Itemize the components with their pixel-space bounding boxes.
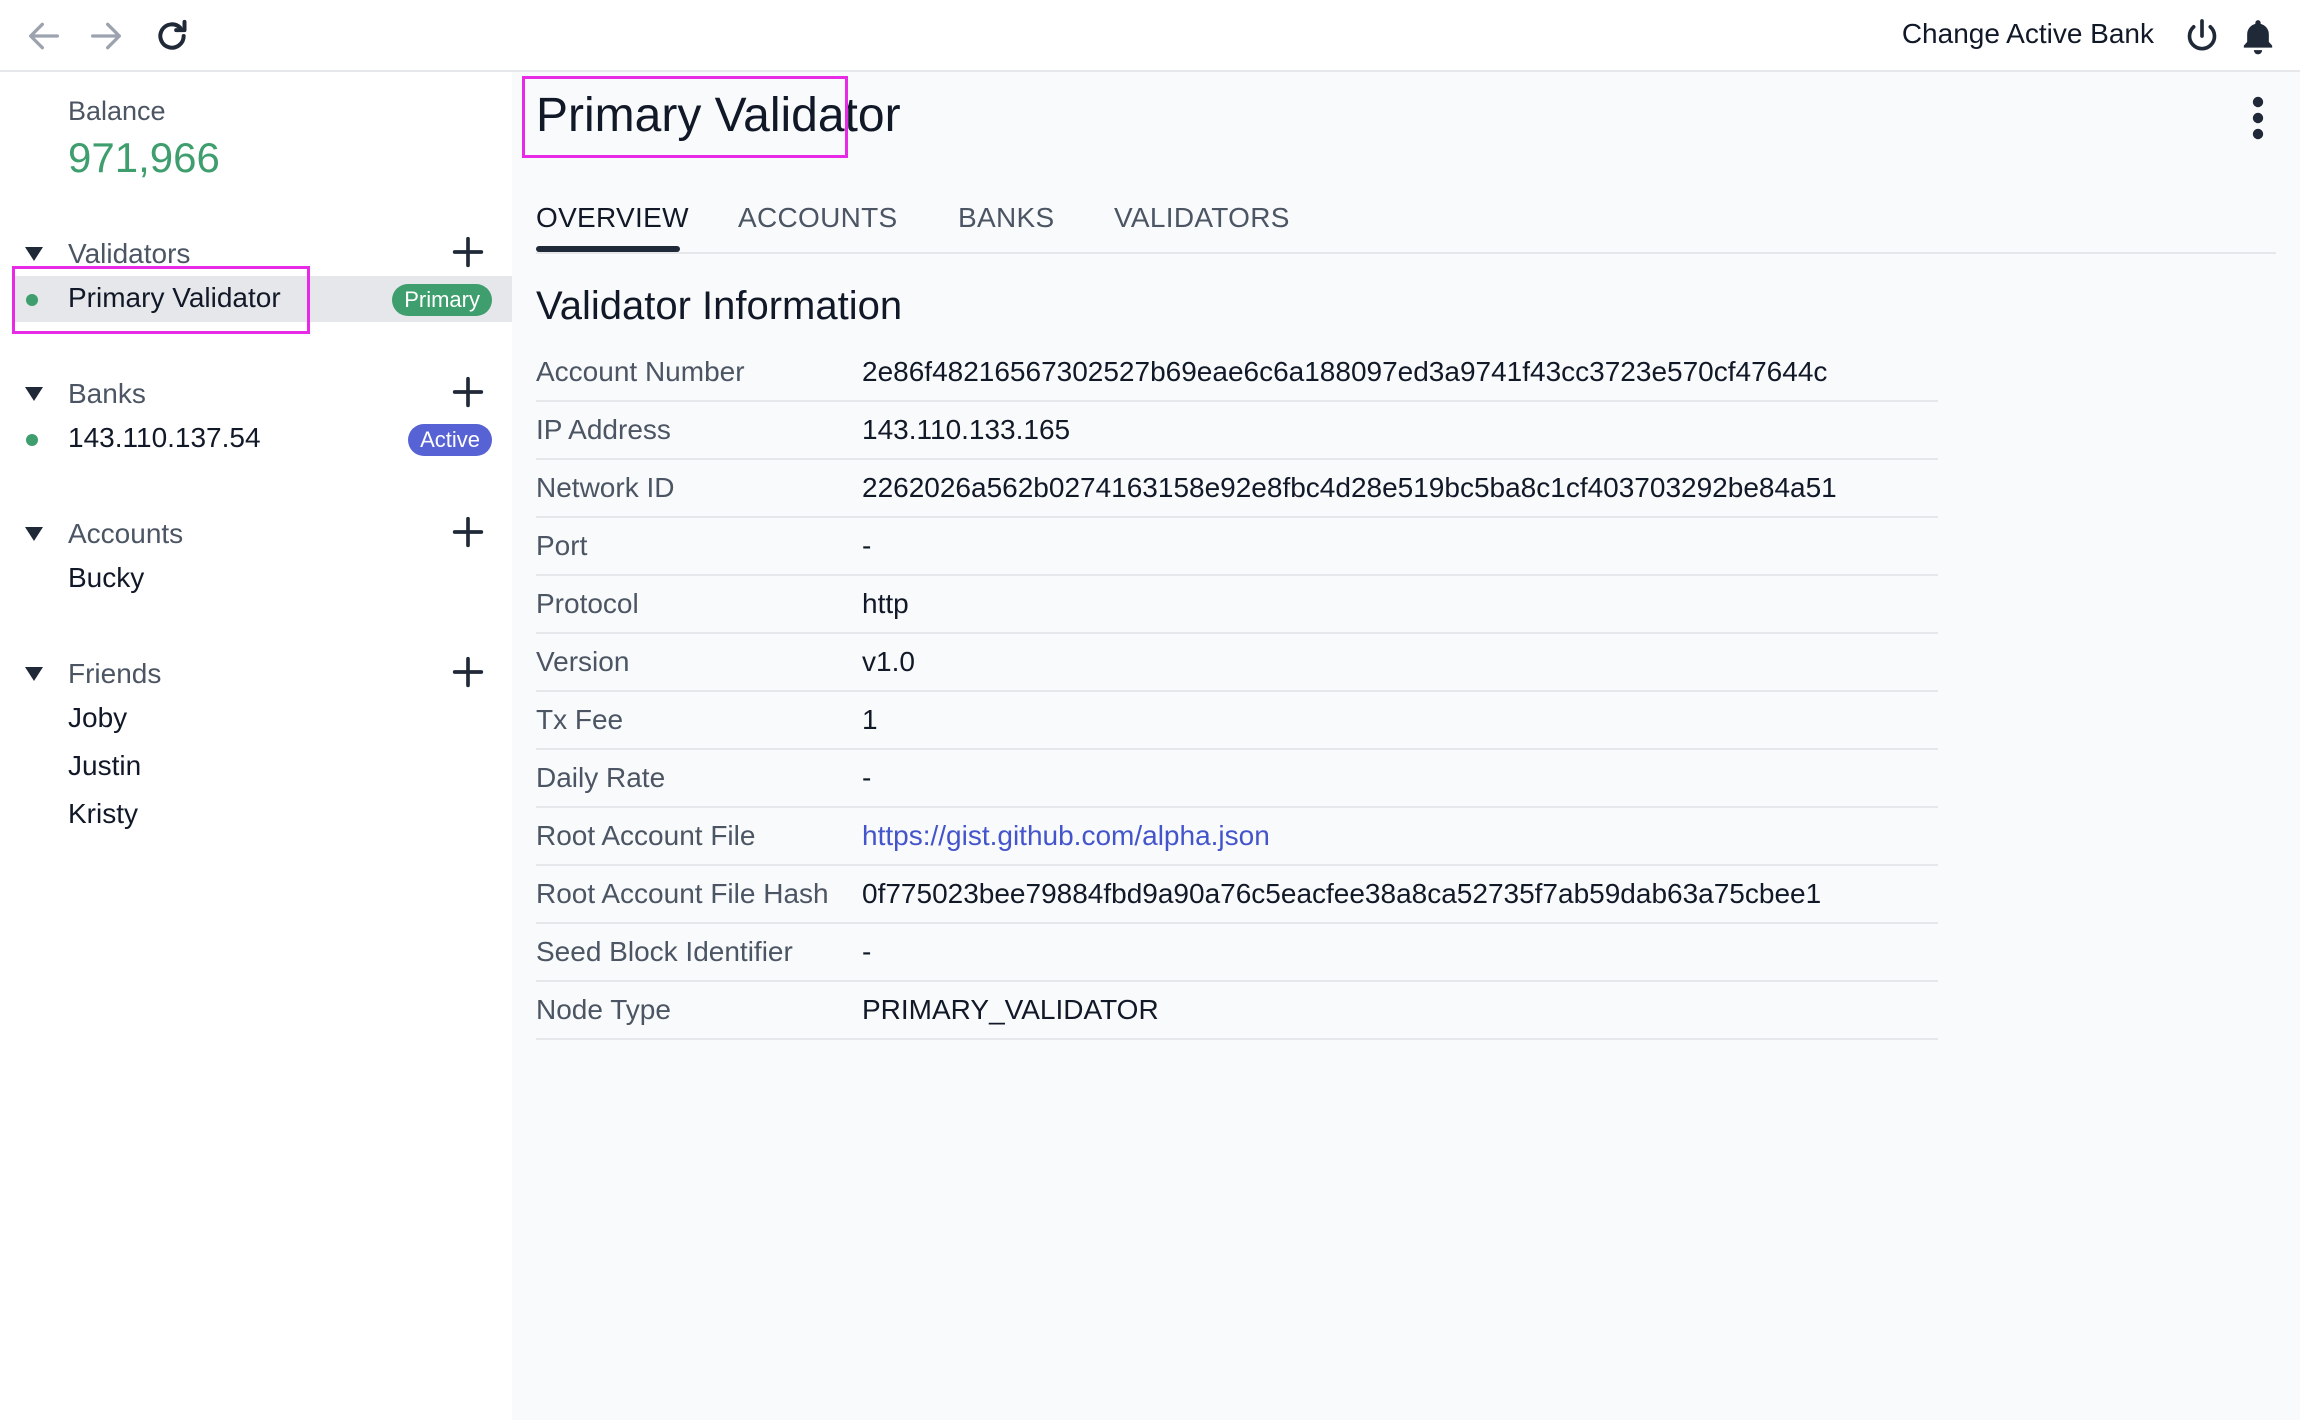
- row-key: Protocol: [536, 588, 639, 619]
- bell-icon[interactable]: [2236, 14, 2280, 58]
- more-options-icon[interactable]: [2238, 94, 2278, 142]
- change-active-bank-button[interactable]: Change Active Bank: [1902, 18, 2154, 50]
- row-value: 143.110.133.165: [862, 414, 1071, 445]
- banks-section-header: Banks: [0, 372, 512, 416]
- row-key: Version: [536, 646, 630, 677]
- row-value: 1: [862, 704, 878, 735]
- row-key: Daily Rate: [536, 762, 666, 793]
- table-row: Daily Rate -: [536, 750, 1938, 808]
- sidebar-item-bank[interactable]: 143.110.137.54 Active: [0, 416, 512, 462]
- row-value: 2e86f48216567302527b69eae6c6a188097ed3a9…: [862, 356, 1828, 387]
- row-value: -: [862, 936, 872, 967]
- add-validator-icon[interactable]: [448, 232, 488, 272]
- row-key: Seed Block Identifier: [536, 936, 793, 967]
- table-row: Node Type PRIMARY_VALIDATOR: [536, 982, 1938, 1040]
- sidebar-item-friend[interactable]: Joby: [68, 702, 127, 734]
- row-value: -: [862, 762, 872, 793]
- table-row: Root Account File https://gist.github.co…: [536, 808, 1938, 866]
- section-title: Validator Information: [536, 284, 903, 328]
- top-bar: Change Active Bank: [0, 0, 2300, 72]
- row-key: Tx Fee: [536, 704, 624, 735]
- table-row: Version v1.0: [536, 634, 1938, 692]
- table-row: Account Number 2e86f48216567302527b69eae…: [536, 344, 1938, 402]
- table-row: Tx Fee 1: [536, 692, 1938, 750]
- tab-banks[interactable]: BANKS: [958, 202, 1054, 234]
- status-dot: [26, 434, 38, 446]
- table-row: Seed Block Identifier -: [536, 924, 1938, 982]
- refresh-icon[interactable]: [150, 14, 194, 58]
- power-icon[interactable]: [2180, 14, 2224, 58]
- main-content: Primary Validator OVERVIEW ACCOUNTS BANK…: [512, 72, 2300, 1420]
- balance-label: Balance: [68, 96, 166, 126]
- root-account-file-link[interactable]: https://gist.github.com/alpha.json: [862, 820, 1270, 852]
- balance-value: 971,966: [68, 134, 220, 181]
- row-value: 2262026a562b0274163158e92e8fbc4d28e519bc…: [862, 472, 1837, 503]
- tab-validators[interactable]: VALIDATORS: [1114, 202, 1290, 234]
- sidebar-item-friend[interactable]: Kristy: [68, 798, 138, 830]
- add-bank-icon[interactable]: [448, 372, 488, 412]
- row-key: Root Account File: [536, 820, 756, 851]
- arrow-back-icon[interactable]: [22, 14, 66, 58]
- sidebar-item-primary-validator[interactable]: Primary Validator Primary: [14, 276, 512, 322]
- row-value: -: [862, 530, 872, 561]
- tab-accounts[interactable]: ACCOUNTS: [738, 202, 898, 234]
- row-key: Node Type: [536, 994, 671, 1025]
- row-key: Root Account File Hash: [536, 878, 829, 909]
- accounts-section-title: Accounts: [68, 518, 184, 549]
- status-dot: [26, 294, 38, 306]
- sidebar-item-label: Primary Validator: [68, 282, 281, 313]
- row-key: Network ID: [536, 472, 675, 503]
- active-tab-indicator: [536, 246, 680, 252]
- banks-section-title: Banks: [68, 378, 146, 409]
- validator-info-table: Account Number 2e86f48216567302527b69eae…: [536, 344, 1938, 1040]
- table-row: Root Account File Hash 0f775023bee79884f…: [536, 866, 1938, 924]
- caret-down-icon[interactable]: [22, 662, 46, 686]
- friends-section-header: Friends: [0, 652, 512, 696]
- validators-section-title: Validators: [68, 238, 191, 269]
- caret-down-icon[interactable]: [22, 522, 46, 546]
- sidebar-item-friend[interactable]: Justin: [68, 750, 141, 782]
- table-row: Protocol http: [536, 576, 1938, 634]
- arrow-forward-icon[interactable]: [84, 14, 128, 58]
- active-badge: Active: [408, 424, 492, 456]
- accounts-section-header: Accounts: [0, 512, 512, 556]
- row-value: 0f775023bee79884fbd9a90a76c5eacfee38a8ca…: [862, 878, 1822, 909]
- row-key: Account Number: [536, 356, 745, 387]
- tab-overview[interactable]: OVERVIEW: [536, 202, 689, 234]
- row-value: http: [862, 588, 909, 619]
- friends-section-title: Friends: [68, 658, 162, 689]
- row-value: PRIMARY_VALIDATOR: [862, 994, 1159, 1025]
- row-key: IP Address: [536, 414, 671, 445]
- caret-down-icon[interactable]: [22, 382, 46, 406]
- tab-bar: OVERVIEW ACCOUNTS BANKS VALIDATORS: [536, 202, 2276, 254]
- validators-section-header: Validators: [0, 232, 512, 276]
- add-friend-icon[interactable]: [448, 652, 488, 692]
- primary-badge: Primary: [392, 284, 492, 316]
- sidebar: Balance 971,966 Validators Primary Valid…: [0, 72, 512, 1420]
- table-row: Port -: [536, 518, 1938, 576]
- sidebar-item-account[interactable]: Bucky: [68, 562, 144, 594]
- table-row: Network ID 2262026a562b0274163158e92e8fb…: [536, 460, 1938, 518]
- add-account-icon[interactable]: [448, 512, 488, 552]
- sidebar-item-label: 143.110.137.54: [68, 422, 261, 453]
- page-title: Primary Validator: [536, 89, 901, 142]
- table-row: IP Address 143.110.133.165: [536, 402, 1938, 460]
- row-key: Port: [536, 530, 588, 561]
- row-value: v1.0: [862, 646, 915, 677]
- caret-down-icon[interactable]: [22, 242, 46, 266]
